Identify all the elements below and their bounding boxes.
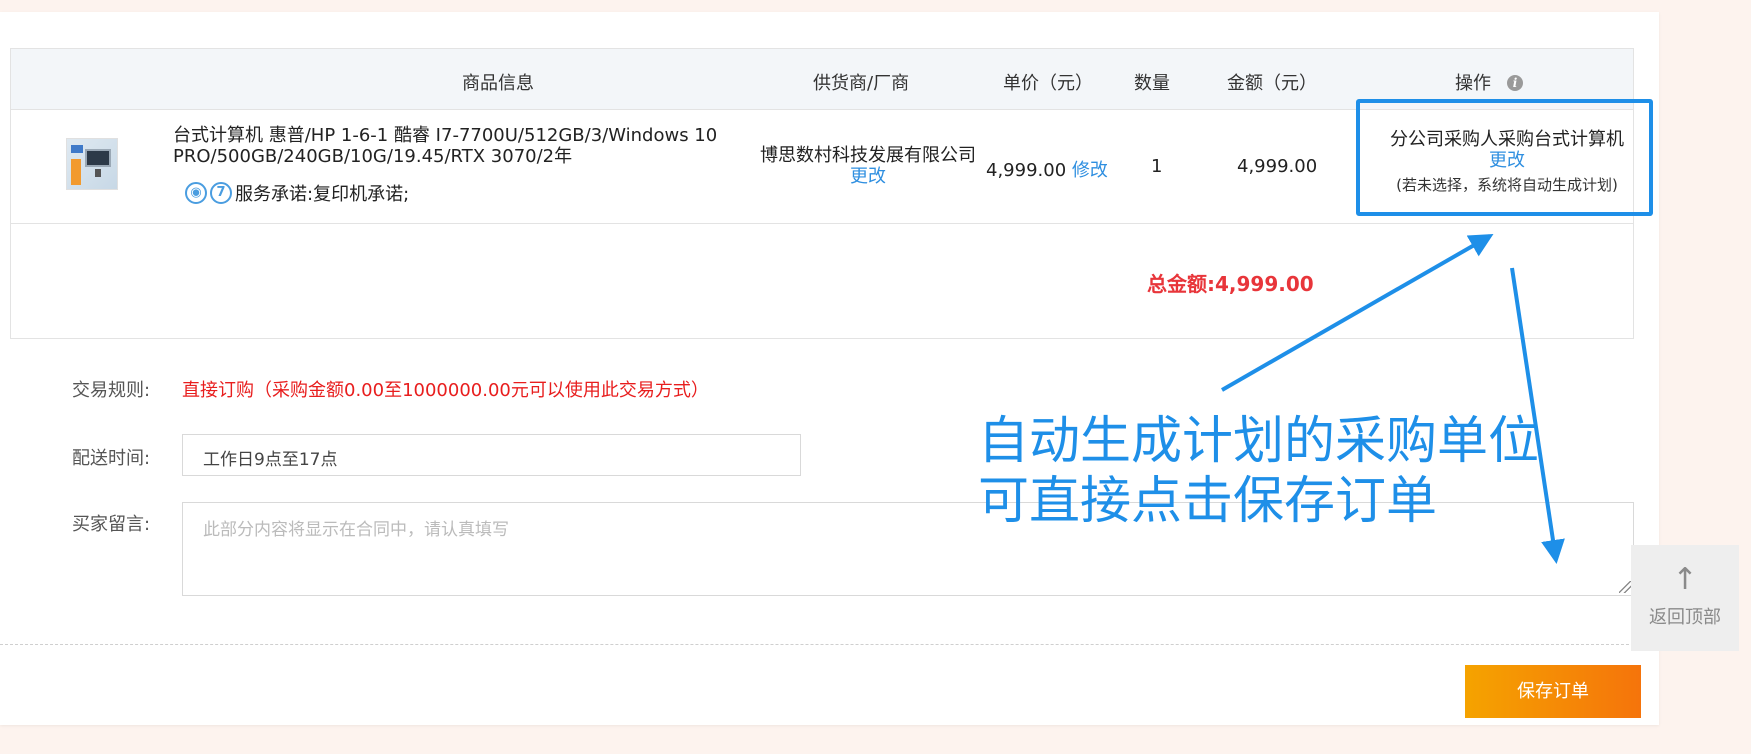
quantity-value: 1 [1151,156,1163,177]
info-icon[interactable]: i [1507,75,1523,91]
total-amount: 总金额:4,999.00 [1147,272,1314,296]
header-amount: 金额（元） [1227,73,1317,94]
header-quantity: 数量 [1134,73,1170,94]
header-unit-price: 单价（元） [1003,73,1093,94]
annotation-text: 自动生成计划的采购单位 可直接点击保存订单 [978,412,1539,532]
amount-value: 4,999.00 [1237,156,1318,177]
unit-price-value: 4,999.00 [986,160,1067,181]
price-edit-link[interactable]: 修改 [1072,160,1108,181]
seven-day-return-icon: 7 [210,182,232,204]
supplier-name: 博思数村科技发展有限公司 [760,145,976,166]
arrow-up-icon: ↑ [1672,562,1698,597]
header-operation-label: 操作 [1455,73,1491,94]
header-operation: 操作 i [1455,69,1523,95]
message-label: 买家留言: [72,514,151,535]
save-order-button[interactable]: 保存订单 [1465,665,1641,718]
annotation-highlight-box [1356,99,1653,216]
back-to-top-button[interactable]: ↑ 返回顶部 [1631,545,1739,651]
annotation-line-1: 自动生成计划的采购单位 [978,412,1540,471]
header-product-info: 商品信息 [462,73,534,94]
service-promise-text: 服务承诺:复印机承诺; [235,184,410,205]
product-name[interactable]: 台式计算机 惠普/HP 1-6-1 酷睿 I7-7700U/512GB/3/Wi… [173,125,741,167]
header-supplier: 供货商/厂商 [813,73,910,94]
delivery-time-select[interactable]: 工作日9点至17点 [182,434,801,476]
divider [0,644,1659,645]
delivery-label: 配送时间: [72,448,151,469]
unit-price-cell: 4,999.00 修改 [986,156,1108,182]
location-pin-icon: ◉ [185,182,207,204]
resize-handle-icon[interactable] [1619,581,1631,593]
supplier-change-link[interactable]: 更改 [850,166,886,187]
annotation-line-2: 可直接点击保存订单 [978,472,1438,531]
product-thumbnail[interactable] [66,138,118,190]
back-to-top-label: 返回顶部 [1649,607,1721,628]
rule-label: 交易规则: [72,380,151,401]
service-promise: ◉ 7 服务承诺:复印机承诺; [185,180,409,206]
message-placeholder: 此部分内容将显示在合同中，请认真填写 [203,520,509,540]
rule-value: 直接订购（采购金额0.00至1000000.00元可以使用此交易方式） [182,380,709,401]
supplier-cell: 博思数村科技发展有限公司 更改 [748,145,988,187]
